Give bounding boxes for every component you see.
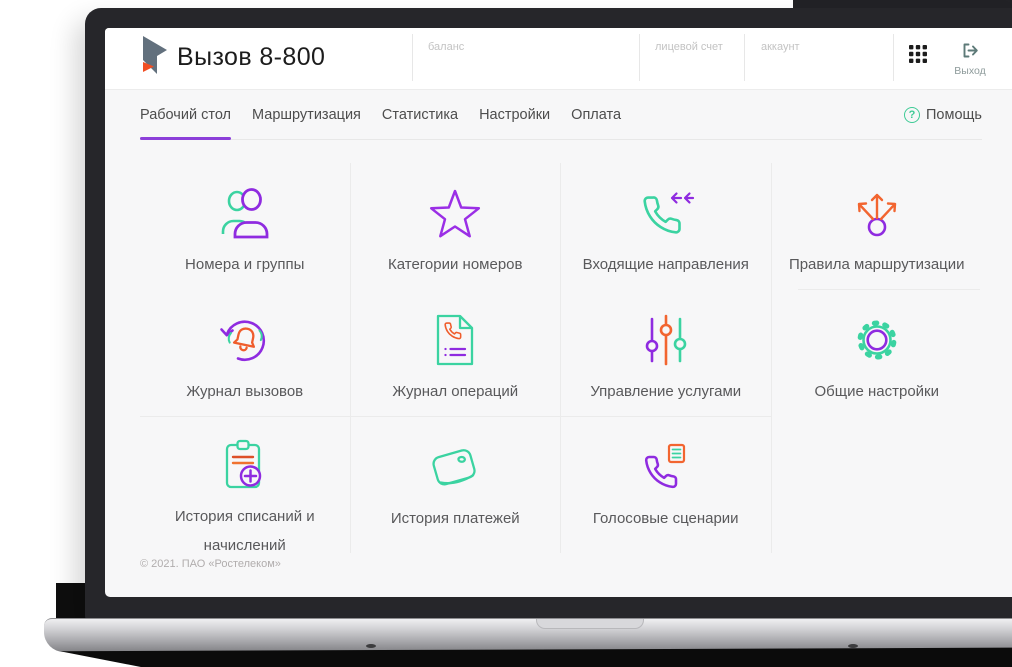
- apps-grid-button[interactable]: [909, 45, 929, 65]
- tile-label: Входящие направления: [582, 256, 749, 273]
- laptop-screen-bezel: Вызов 8-800 баланс лицевой счет аккаунт: [85, 8, 1012, 622]
- tile-label: Правила маршрутизации: [788, 256, 965, 273]
- incoming-call-icon: [643, 192, 694, 234]
- logout-label: Выход: [954, 65, 986, 77]
- tile-number-categories[interactable]: Категории номеров: [351, 163, 561, 290]
- tab-statistics[interactable]: Статистика: [382, 90, 458, 140]
- header-divider: [744, 34, 745, 81]
- page-content: Рабочий стол Маршрутизация Статистика На…: [140, 90, 982, 570]
- tile-label: История списаний и начислений: [174, 508, 315, 555]
- tile-label: Голосовые сценарии: [592, 510, 739, 527]
- rostelecom-logo-icon: [143, 36, 167, 74]
- header-divider: [412, 34, 413, 81]
- question-circle-icon: ?: [903, 107, 920, 123]
- tile-general-settings[interactable]: Общие настройки: [772, 290, 983, 417]
- app-header: Вызов 8-800 баланс лицевой счет аккаунт: [105, 28, 1012, 90]
- star-icon: [430, 189, 481, 238]
- tab-desktop[interactable]: Рабочий стол: [140, 90, 232, 140]
- wallet-icon: [432, 449, 476, 486]
- call-log-icon: [219, 320, 265, 362]
- users-icon: [221, 188, 269, 239]
- tile-payment-history[interactable]: История платежей: [351, 417, 561, 553]
- gear-icon: [857, 320, 897, 360]
- laptop-mockup: Вызов 8-800 баланс лицевой счет аккаунт: [0, 0, 1012, 667]
- laptop-foot: [848, 644, 858, 648]
- tile-label: Номера и группы: [185, 256, 305, 273]
- clipboard-plus-icon: [225, 439, 261, 489]
- header-divider: [893, 34, 894, 81]
- dashboard-grid: Номера и группы Категории номеров Входящ…: [140, 163, 983, 554]
- laptop-base: [44, 618, 1012, 652]
- balance-label: баланс: [428, 41, 465, 53]
- voice-script-icon: [644, 443, 685, 489]
- tile-voice-scenarios[interactable]: Голосовые сценарии: [561, 417, 772, 553]
- tile-operations-log[interactable]: Журнал операций: [350, 290, 561, 417]
- tab-routing[interactable]: Маршрутизация: [252, 90, 361, 140]
- tile-label: Общие настройки: [814, 383, 940, 400]
- tile-charges-history[interactable]: История списаний и начислений: [140, 417, 351, 554]
- tile-label: Категории номеров: [388, 256, 523, 273]
- tile-label: Журнал операций: [392, 383, 519, 400]
- tab-payment[interactable]: Оплата: [571, 90, 621, 140]
- logout-button[interactable]: Выход: [945, 42, 995, 77]
- logout-icon: [963, 43, 978, 58]
- personal-account-label: лицевой счет: [655, 41, 723, 53]
- app-window: Вызов 8-800 баланс лицевой счет аккаунт: [105, 28, 1012, 597]
- routing-arrows-icon: [857, 193, 896, 237]
- tile-empty: [772, 417, 983, 553]
- tile-label: Журнал вызовов: [186, 383, 304, 400]
- tile-label: Управление услугами: [590, 383, 742, 400]
- account-label: аккаунт: [761, 41, 800, 53]
- sliders-icon: [645, 314, 687, 366]
- tab-settings[interactable]: Настройки: [479, 90, 550, 140]
- help-label: Помощь: [925, 107, 982, 123]
- tile-label: История платежей: [390, 510, 520, 527]
- tile-service-management[interactable]: Управление услугами: [561, 290, 772, 417]
- tile-numbers-and-groups[interactable]: Номера и группы: [140, 163, 351, 290]
- apps-grid-icon: [909, 45, 927, 63]
- laptop-foot: [366, 644, 376, 648]
- help-link[interactable]: ? Помощь: [903, 90, 982, 140]
- main-nav: Рабочий стол Маршрутизация Статистика На…: [140, 90, 982, 140]
- header-divider: [639, 34, 640, 81]
- tile-routing-rules[interactable]: Правила маршрутизации: [772, 163, 983, 290]
- app-title: Вызов 8-800: [177, 43, 326, 71]
- tile-incoming-directions[interactable]: Входящие направления: [561, 163, 772, 290]
- laptop-lid-notch: [536, 619, 644, 629]
- operations-log-icon: [437, 314, 474, 366]
- tile-call-log[interactable]: Журнал вызовов: [140, 290, 351, 417]
